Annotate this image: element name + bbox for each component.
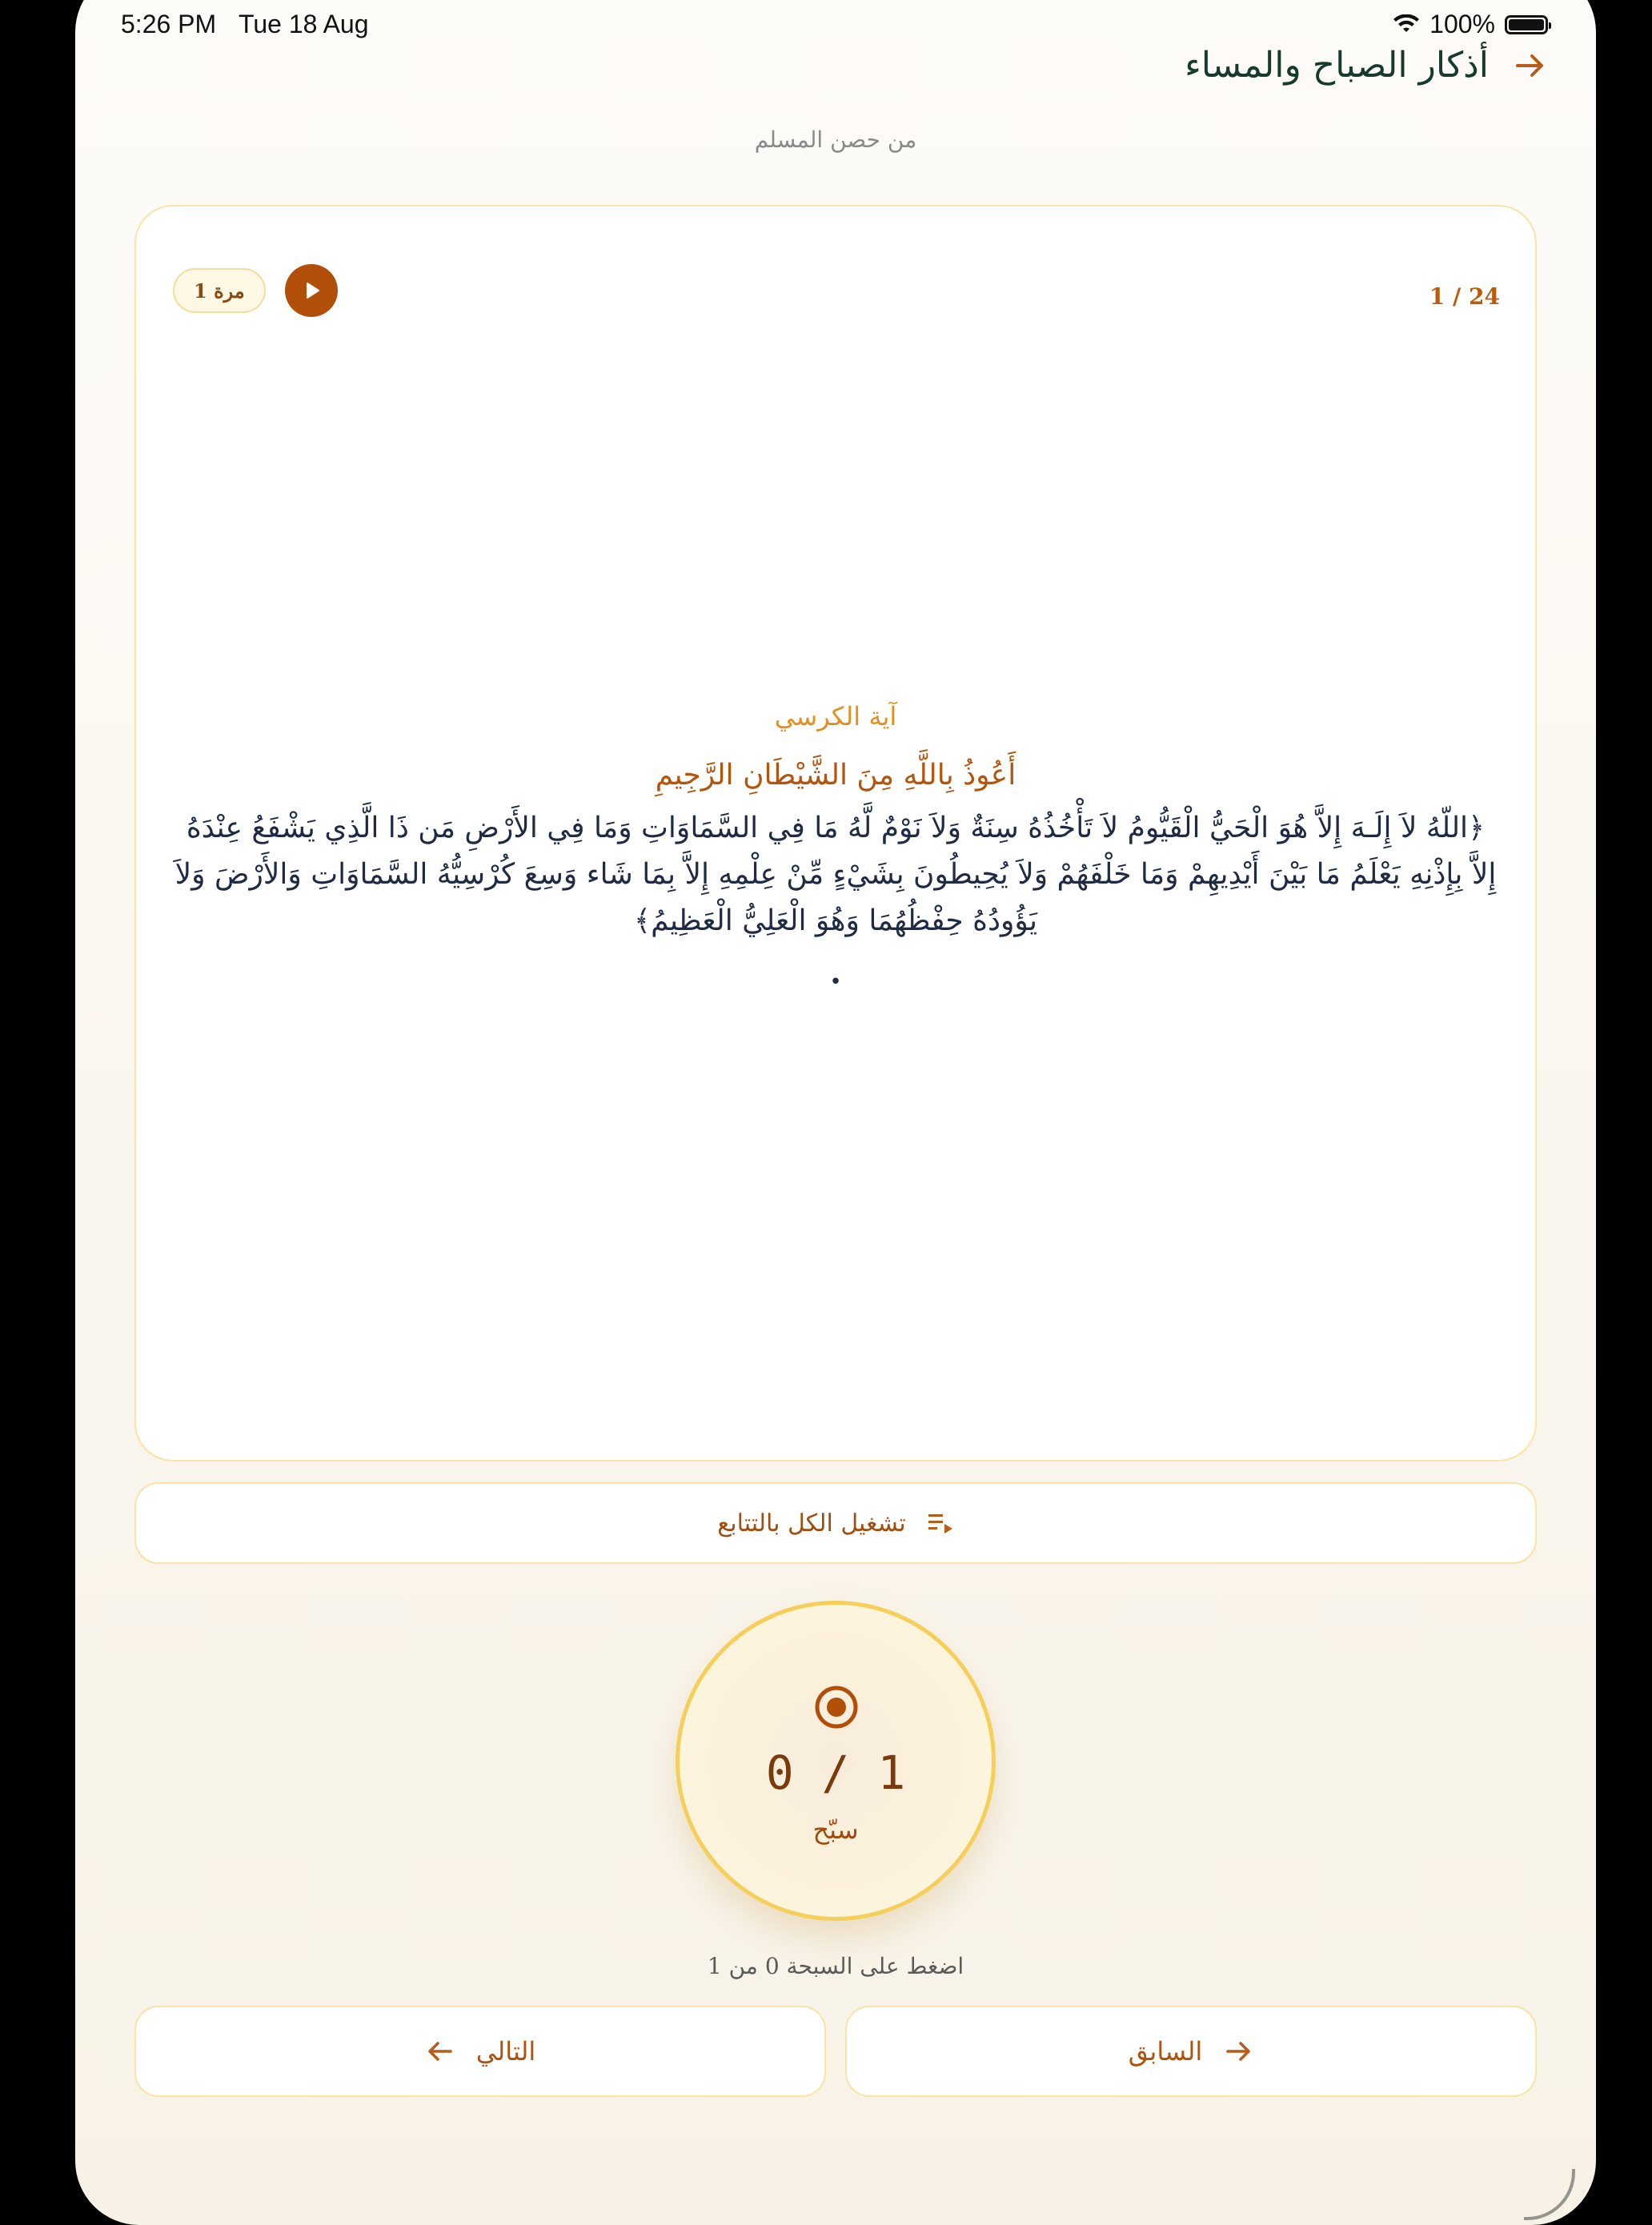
status-bar: 5:26 PM Tue 18 Aug 100% <box>75 6 1596 38</box>
ayah-text: ﴿اللّهُ لاَ إِلَـهَ إِلاَّ هُوَ الْحَيُّ… <box>174 812 1497 937</box>
page-title: أذكار الصباح والمساء <box>1185 45 1489 86</box>
playlist-icon <box>928 1514 952 1533</box>
status-right: 100% <box>1393 10 1551 39</box>
previous-button[interactable]: السابق <box>845 2006 1537 2097</box>
card-controls: 1 مرة <box>173 264 338 317</box>
tap-hint: اضغط على السبحة 0 من 1 <box>707 1953 964 1979</box>
isti-adha-text: أَعُوذُ بِاللَّهِ مِنَ الشَّيْطَانِ الرَ… <box>655 759 1016 792</box>
play-icon <box>306 283 319 299</box>
arrow-left-icon <box>428 2042 452 2061</box>
dhikr-title: آية الكرسي <box>774 701 897 732</box>
previous-label: السابق <box>1128 2036 1203 2067</box>
source-label: من حصن المسلم <box>754 126 917 153</box>
arrow-right-icon <box>1226 2042 1251 2061</box>
app-screen: 5:26 PM Tue 18 Aug 100% أذكار الصباح وال… <box>75 0 1596 2225</box>
battery-icon <box>1505 14 1551 34</box>
status-date: Tue 18 Aug <box>239 10 369 38</box>
target-icon <box>815 1686 858 1729</box>
battery-percent: 100% <box>1429 10 1495 38</box>
next-button[interactable]: التالي <box>134 2006 826 2097</box>
dhikr-progress: 1 / 24 <box>1429 283 1500 310</box>
back-arrow-icon[interactable] <box>1513 48 1548 83</box>
tasbih-counter-button[interactable]: 0 / 1 سبّح <box>676 1601 996 1921</box>
tasbih-label: سبّح <box>812 1814 859 1845</box>
play-all-button[interactable]: تشغيل الكل بالتتابع <box>134 1482 1537 1564</box>
page-header: أذكار الصباح والمساء <box>1185 45 1548 86</box>
status-time: 5:26 PM <box>121 10 217 38</box>
play-all-label: تشغيل الكل بالتتابع <box>717 1509 906 1537</box>
tasbih-count: 0 / 1 <box>765 1746 906 1800</box>
wifi-icon <box>1393 14 1420 32</box>
dhikr-card: 1 مرة 1 / 24 آية الكرسي أَعُوذُ بِاللَّه… <box>134 205 1537 1461</box>
next-label: التالي <box>475 2036 536 2067</box>
ayah-end-dot: • <box>829 970 842 994</box>
play-button[interactable] <box>284 264 338 317</box>
repeat-badge: 1 مرة <box>173 268 266 313</box>
corner-indicator <box>1524 2169 1575 2220</box>
